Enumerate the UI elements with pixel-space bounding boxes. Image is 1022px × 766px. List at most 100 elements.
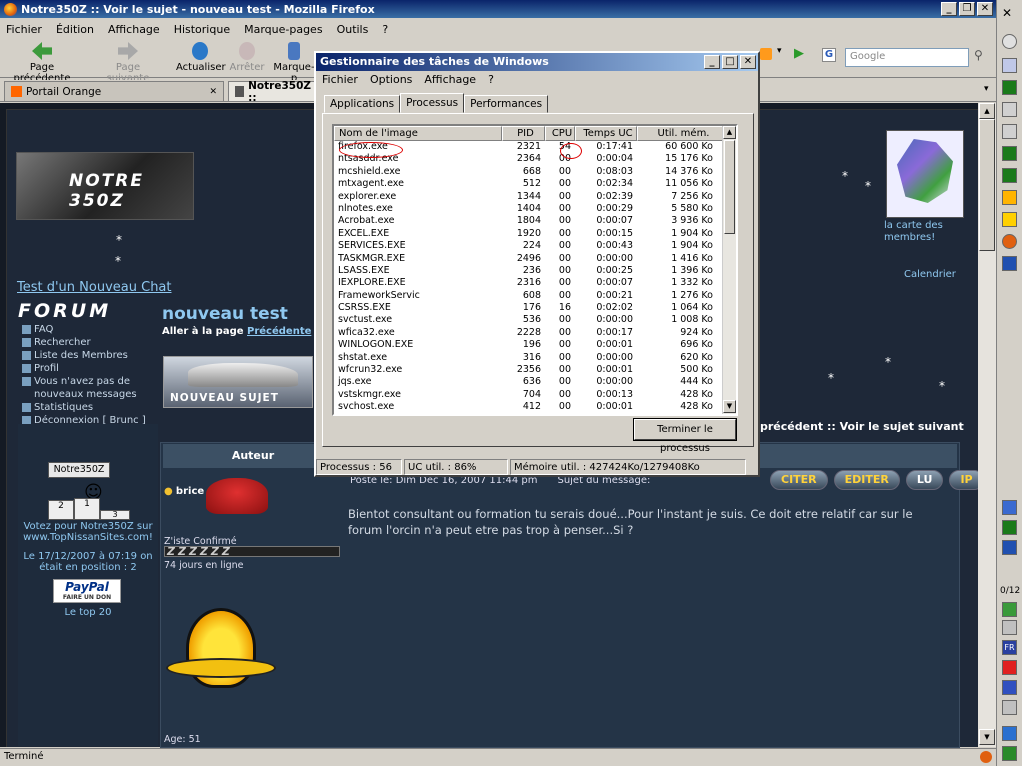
tm-menu-options[interactable]: Options — [370, 73, 412, 86]
process-row[interactable]: svchost.exe 412 00 0:00:01 428 Ko — [334, 401, 736, 413]
tray-icon[interactable] — [1002, 660, 1017, 675]
process-row[interactable]: wfica32.exe 2228 00 0:00:17 924 Ko — [334, 327, 736, 339]
excel-icon[interactable] — [1002, 146, 1017, 161]
scroll-down-arrow[interactable]: ▼ — [979, 729, 995, 745]
process-list-scrollbar[interactable]: ▲ ▼ — [722, 126, 736, 414]
process-row[interactable]: EXCEL.EXE 1920 00 0:00:15 1 904 Ko — [334, 228, 736, 240]
app-icon[interactable] — [1002, 256, 1017, 271]
tm-menu-help[interactable]: ? — [488, 73, 494, 86]
col-memory[interactable]: Util. mém. — [637, 126, 726, 141]
process-row[interactable]: shstat.exe 316 00 0:00:00 620 Ko — [334, 352, 736, 364]
menu-faq[interactable]: FAQ — [22, 323, 157, 336]
bookmarks-button[interactable]: Marque-p — [272, 42, 316, 84]
app-icon[interactable] — [1002, 58, 1017, 73]
ie-icon[interactable] — [1002, 500, 1017, 515]
globe-icon[interactable] — [1002, 34, 1017, 49]
restore-button[interactable]: ❐ — [959, 2, 975, 16]
paypal-donate-button[interactable]: PayPal FAIRE UN DON — [53, 579, 121, 603]
tray-icon[interactable] — [1002, 726, 1017, 741]
rss-icon[interactable] — [760, 48, 772, 60]
menu-view[interactable]: Affichage — [108, 23, 160, 36]
excel-icon[interactable] — [1002, 168, 1017, 183]
process-row[interactable]: mtxagent.exe 512 00 0:02:34 11 056 Ko — [334, 178, 736, 190]
members-map-image[interactable] — [886, 130, 964, 218]
dropdown-icon[interactable]: ▾ — [777, 46, 782, 56]
quote-button[interactable]: CITER — [770, 470, 828, 490]
scroll-thumb[interactable] — [979, 119, 995, 251]
firefox-icon[interactable] — [1002, 234, 1017, 249]
process-row[interactable]: CSRSS.EXE 176 16 0:02:02 1 064 Ko — [334, 302, 736, 314]
top20-link[interactable]: Le top 20 — [18, 607, 158, 618]
back-button[interactable]: Page précédente — [4, 42, 80, 84]
tab-applications[interactable]: Applications — [324, 95, 401, 113]
process-row[interactable]: wfcrun32.exe 2356 00 0:00:01 500 Ko — [334, 364, 736, 376]
process-row[interactable]: FrameworkServic 608 00 0:00:21 1 276 Ko — [334, 290, 736, 302]
close-icon[interactable]: ✕ — [1002, 6, 1012, 20]
tm-menu-view[interactable]: Affichage — [424, 73, 476, 86]
word-icon[interactable] — [1002, 540, 1017, 555]
lock-icon[interactable] — [1002, 190, 1017, 205]
edit-button[interactable]: EDITER — [833, 470, 900, 490]
search-input[interactable]: Google — [845, 48, 969, 67]
excel-icon[interactable] — [1002, 80, 1017, 95]
menu-messages[interactable]: Vous n'avez pas de nouveaux messages — [22, 375, 157, 401]
map-caption[interactable]: la carte des membres! — [884, 220, 964, 244]
process-row[interactable]: jqs.exe 636 00 0:00:00 444 Ko — [334, 376, 736, 388]
maximize-button[interactable]: □ — [722, 55, 738, 69]
process-row[interactable]: SERVICES.EXE 224 00 0:00:43 1 904 Ko — [334, 240, 736, 252]
close-button[interactable]: ✕ — [740, 55, 756, 69]
read-button[interactable]: LU — [905, 470, 944, 490]
process-row[interactable]: explorer.exe 1344 00 0:02:39 7 256 Ko — [334, 191, 736, 203]
site-logo[interactable]: NOTRE 350Z — [16, 152, 194, 220]
tray-icon[interactable] — [1002, 620, 1017, 635]
folder-icon[interactable] — [1002, 212, 1017, 227]
tab-performance[interactable]: Performances — [464, 95, 549, 113]
col-image-name[interactable]: Nom de l'image — [334, 126, 502, 141]
scroll-up-arrow[interactable]: ▲ — [723, 126, 736, 139]
process-row[interactable]: Acrobat.exe 1804 00 0:00:07 3 936 Ko — [334, 215, 736, 227]
col-pid[interactable]: PID — [502, 126, 545, 141]
vote-text[interactable]: Votez pour Notre350Z sur www.TopNissanSi… — [18, 521, 158, 573]
search-engine-icon[interactable]: G — [822, 48, 836, 62]
process-row[interactable]: WINLOGON.EXE 196 00 0:00:01 696 Ko — [334, 339, 736, 351]
username[interactable]: brice — [176, 486, 204, 497]
topic-title[interactable]: nouveau test — [162, 304, 288, 324]
tm-menu-file[interactable]: Fichier — [322, 73, 358, 86]
process-row[interactable]: vstskmgr.exe 704 00 0:00:13 428 Ko — [334, 389, 736, 401]
vote-link[interactable]: Votez pour Notre350Z sur www.TopNissanSi… — [18, 521, 158, 543]
page-scrollbar[interactable]: ▲ ▼ — [978, 103, 996, 747]
tab-portail-orange[interactable]: Portail Orange ✕ — [4, 81, 224, 101]
calendar-link[interactable]: Calendrier — [904, 269, 956, 280]
process-row[interactable]: mcshield.exe 668 00 0:08:03 14 376 Ko — [334, 166, 736, 178]
menu-help[interactable]: ? — [382, 23, 388, 36]
scroll-thumb[interactable] — [724, 140, 735, 234]
tab-processes[interactable]: Processus — [400, 93, 465, 113]
scroll-up-arrow[interactable]: ▲ — [979, 103, 995, 119]
menu-edit[interactable]: Édition — [56, 23, 94, 36]
forward-button[interactable]: Page suivante — [94, 42, 162, 84]
menu-profile[interactable]: Profil — [22, 362, 157, 375]
go-icon[interactable]: ▶ — [794, 46, 804, 61]
minimize-button[interactable]: _ — [941, 2, 957, 16]
process-row[interactable]: svctust.exe 536 00 0:00:00 1 008 Ko — [334, 314, 736, 326]
tools-icon[interactable] — [1002, 102, 1017, 117]
tab-close-icon[interactable]: ✕ — [209, 87, 217, 97]
col-cpu-time[interactable]: Temps UC — [575, 126, 637, 141]
close-button[interactable]: ✕ — [977, 2, 993, 16]
process-row[interactable]: IEXPLORE.EXE 2316 00 0:00:07 1 332 Ko — [334, 277, 736, 289]
tab-notre350z[interactable]: Notre350Z :: — [228, 80, 318, 104]
topic-nav-links[interactable]: précédent :: Voir le sujet suivant — [760, 420, 964, 433]
start-icon[interactable] — [1002, 746, 1017, 761]
chat-link[interactable]: Test d'un Nouveau Chat — [17, 280, 172, 295]
process-list[interactable]: Nom de l'image PID CPU Temps UC Util. mé… — [332, 124, 738, 416]
menu-bookmarks[interactable]: Marque-pages — [244, 23, 322, 36]
menu-stats[interactable]: Statistiques — [22, 401, 157, 414]
process-row[interactable]: TASKMGR.EXE 2496 00 0:00:00 1 416 Ko — [334, 253, 736, 265]
menu-search[interactable]: Rechercher — [22, 336, 157, 349]
menu-tools[interactable]: Outils — [337, 23, 369, 36]
scissors-icon[interactable] — [1002, 124, 1017, 139]
menu-members[interactable]: Liste des Membres — [22, 349, 157, 362]
language-icon[interactable]: FR — [1002, 640, 1017, 655]
end-process-button[interactable]: Terminer le processus — [633, 418, 737, 454]
tray-icon[interactable] — [1002, 700, 1017, 715]
